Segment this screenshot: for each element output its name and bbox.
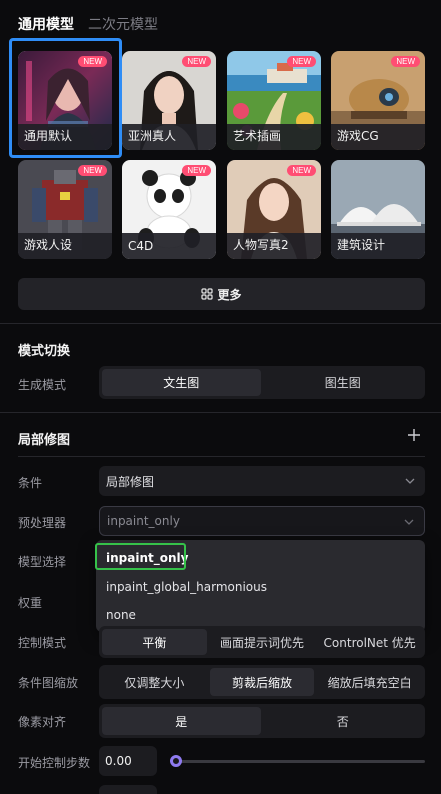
model-card-c4d[interactable]: C4D NEW [122, 160, 216, 259]
start-step-slider-thumb[interactable] [170, 755, 182, 767]
preprocessor-select[interactable]: inpaint_only [99, 506, 425, 536]
control-mode-option-controlnet-first[interactable]: ControlNet 优先 [317, 629, 422, 655]
tab-anime-models[interactable]: 二次元模型 [88, 14, 158, 34]
more-models-button[interactable]: 更多 [18, 278, 425, 310]
divider [0, 323, 441, 324]
chevron-down-icon [404, 519, 414, 525]
resize-option-just-resize[interactable]: 仅调整大小 [102, 668, 207, 696]
gen-mode-toggle: 文生图 图生图 [99, 366, 425, 399]
model-card-label: 通用默认 [24, 129, 73, 143]
resize-mode-toggle: 仅调整大小 剪裁后缩放 缩放后填充空白 [99, 665, 425, 699]
model-card-portrait-2[interactable]: 人物写真2 NEW [227, 160, 321, 259]
control-mode-label: 控制模式 [18, 636, 67, 650]
chevron-down-icon [405, 478, 415, 484]
model-card-label: C4D [128, 239, 154, 253]
pixel-align-option-yes[interactable]: 是 [102, 707, 261, 735]
start-step-slider-track[interactable] [176, 760, 425, 763]
model-card-art-illustration[interactable]: 艺术插画 NEW [227, 51, 321, 150]
model-card-asian-real[interactable]: 亚洲真人 NEW [122, 51, 216, 150]
model-card-label: 艺术插画 [233, 129, 282, 143]
dropdown-option-none[interactable]: none [96, 601, 425, 629]
preprocessor-value: inpaint_only [107, 514, 180, 528]
start-step-value: 0.00 [105, 754, 132, 768]
divider [0, 412, 441, 413]
control-mode-option-prompt-first[interactable]: 画面提示词优先 [210, 629, 315, 655]
grid-icon [201, 288, 214, 300]
new-badge: NEW [391, 56, 420, 67]
condition-value: 局部修图 [106, 474, 155, 489]
pixel-align-toggle: 是 否 [99, 704, 425, 738]
new-badge: NEW [287, 165, 316, 176]
model-card-general-default[interactable]: 通用默认 NEW [18, 51, 112, 150]
model-card-label: 游戏人设 [24, 238, 73, 252]
preprocessor-dropdown: inpaint_only inpaint_global_harmonious n… [95, 540, 425, 632]
resize-label: 条件图缩放 [18, 676, 79, 690]
model-card-label: 人物写真2 [233, 238, 289, 252]
model-card-label: 游戏CG [337, 129, 379, 143]
mode-section-title: 模式切换 [18, 344, 71, 359]
gen-mode-label: 生成模式 [18, 378, 67, 392]
control-mode-toggle: 平衡 画面提示词优先 ControlNet 优先 [99, 626, 425, 658]
tab-general-models[interactable]: 通用模型 [18, 14, 74, 34]
new-badge: NEW [78, 56, 107, 67]
model-card-game-character[interactable]: 游戏人设 NEW [18, 160, 112, 259]
divider [18, 456, 425, 457]
dropdown-option-label: inpaint_only [106, 551, 189, 565]
preprocessor-label: 预处理器 [18, 516, 67, 530]
new-badge: NEW [182, 165, 211, 176]
gen-mode-option-text2img[interactable]: 文生图 [102, 369, 261, 396]
start-step-input[interactable]: 0.00 [99, 746, 157, 776]
dropdown-option-label: none [106, 608, 136, 622]
new-badge: NEW [287, 56, 316, 67]
start-step-label: 开始控制步数 [18, 756, 91, 770]
condition-label: 条件 [18, 476, 43, 490]
inpaint-section-title: 局部修图 [18, 433, 71, 448]
model-card-label: 建筑设计 [337, 238, 386, 252]
model-select-label: 模型选择 [18, 555, 67, 569]
gen-mode-option-img2img[interactable]: 图生图 [264, 369, 423, 396]
model-card-architecture[interactable]: 建筑设计 [331, 160, 425, 259]
new-badge: NEW [78, 165, 107, 176]
condition-select[interactable]: 局部修图 [99, 466, 425, 496]
end-step-input[interactable] [99, 785, 157, 794]
model-card-label: 亚洲真人 [128, 129, 177, 143]
more-label: 更多 [217, 287, 242, 302]
control-mode-option-balanced[interactable]: 平衡 [102, 629, 207, 655]
weight-label: 权重 [18, 596, 43, 610]
model-card-game-cg[interactable]: 游戏CG NEW [331, 51, 425, 150]
dropdown-option-inpaint-global-harmonious[interactable]: inpaint_global_harmonious [96, 573, 425, 601]
pixel-align-option-no[interactable]: 否 [264, 707, 423, 735]
resize-option-crop-resize[interactable]: 剪裁后缩放 [209, 668, 315, 696]
dropdown-option-inpaint-only[interactable]: inpaint_only [96, 544, 425, 572]
new-badge: NEW [182, 56, 211, 67]
dropdown-option-label: inpaint_global_harmonious [106, 580, 268, 594]
pixel-align-label: 像素对齐 [18, 715, 67, 729]
add-icon[interactable] [407, 428, 421, 442]
resize-option-resize-fill[interactable]: 缩放后填充空白 [317, 668, 422, 696]
model-tabs: 通用模型 二次元模型 [18, 14, 158, 34]
